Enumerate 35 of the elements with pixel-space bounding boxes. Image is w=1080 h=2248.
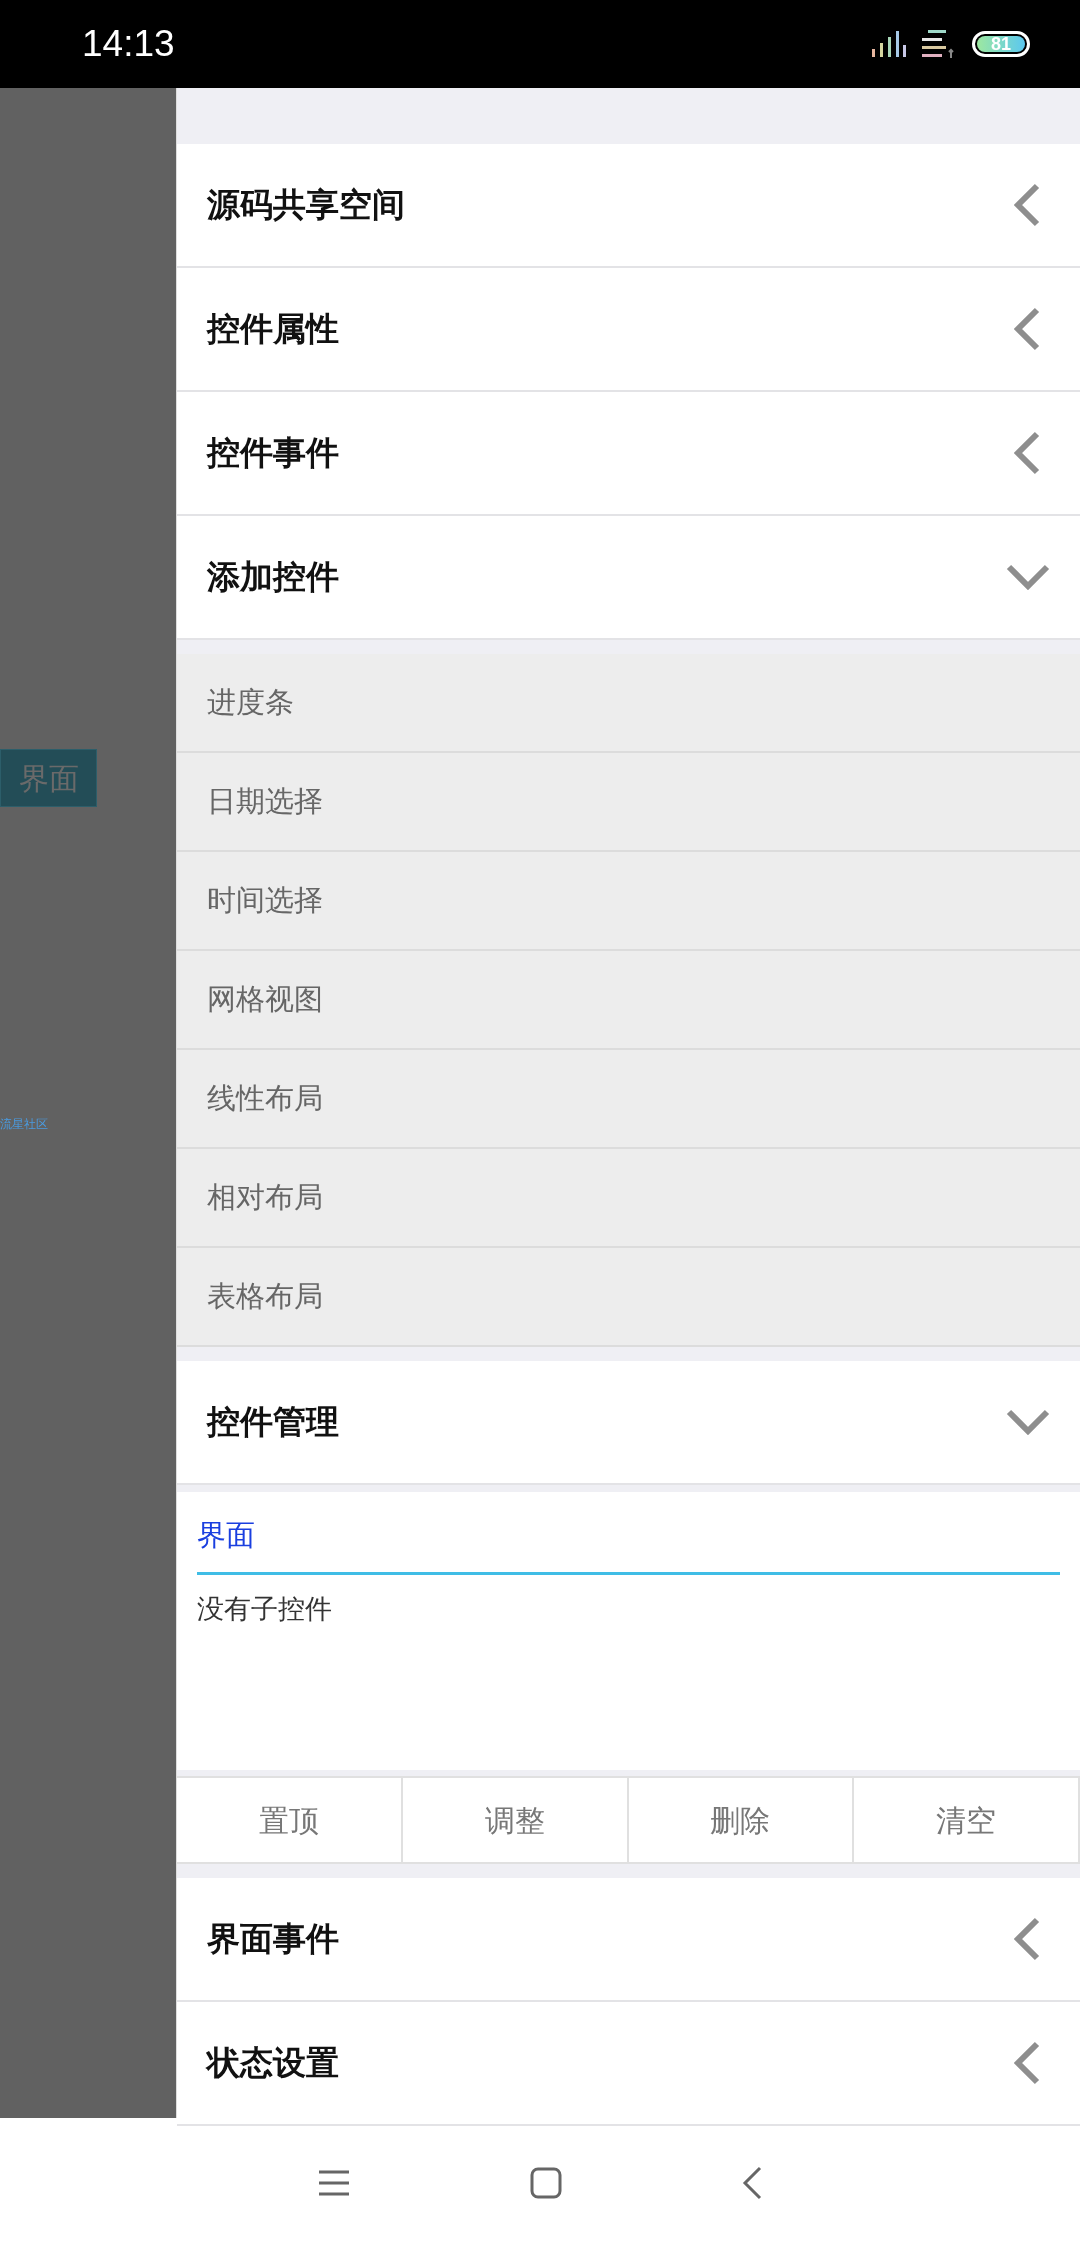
battery-level-text: 81: [991, 35, 1011, 53]
action-button[interactable]: 调整: [402, 1776, 629, 1864]
menu-icon[interactable]: [318, 2170, 350, 2196]
list-item[interactable]: 日期选择: [177, 753, 1080, 852]
section-header[interactable]: 控件属性: [177, 268, 1080, 392]
section-title: 控件事件: [207, 433, 339, 474]
home-square-icon[interactable]: [530, 2167, 562, 2199]
list-item[interactable]: 进度条: [177, 654, 1080, 753]
list-item[interactable]: 网格视图: [177, 951, 1080, 1050]
action-button[interactable]: 删除: [628, 1776, 855, 1864]
signal-icon: [872, 31, 906, 57]
action-button[interactable]: 清空: [854, 1776, 1080, 1864]
section-title: 界面事件: [207, 1919, 339, 1960]
action-button[interactable]: 置顶: [177, 1776, 403, 1864]
list-item[interactable]: 时间选择: [177, 852, 1080, 951]
section-title: 源码共享空间: [207, 185, 405, 226]
network-icon: [922, 30, 956, 58]
section-title: 状态设置: [207, 2043, 339, 2084]
section-title: 控件属性: [207, 309, 339, 350]
back-icon[interactable]: [742, 2166, 762, 2200]
status-time: 14:13: [82, 22, 175, 67]
section-header[interactable]: 源码共享空间: [177, 144, 1080, 268]
section-header[interactable]: 界面事件: [177, 1878, 1080, 2002]
canvas-caption: 流星社区: [0, 1116, 48, 1133]
list-item[interactable]: 相对布局: [177, 1149, 1080, 1248]
list-item[interactable]: 线性布局: [177, 1050, 1080, 1149]
section-title: 添加控件: [207, 557, 339, 598]
section-header[interactable]: 控件管理: [177, 1361, 1080, 1485]
view-tab[interactable]: 界面: [197, 1492, 1060, 1575]
section-header[interactable]: 状态设置: [177, 2002, 1080, 2126]
empty-message: 没有子控件: [197, 1592, 333, 1626]
section-header[interactable]: 控件事件: [177, 392, 1080, 516]
section-title: 控件管理: [207, 1402, 339, 1443]
list-item[interactable]: 表格布局: [177, 1248, 1080, 1347]
section-header[interactable]: 添加控件: [177, 516, 1080, 640]
